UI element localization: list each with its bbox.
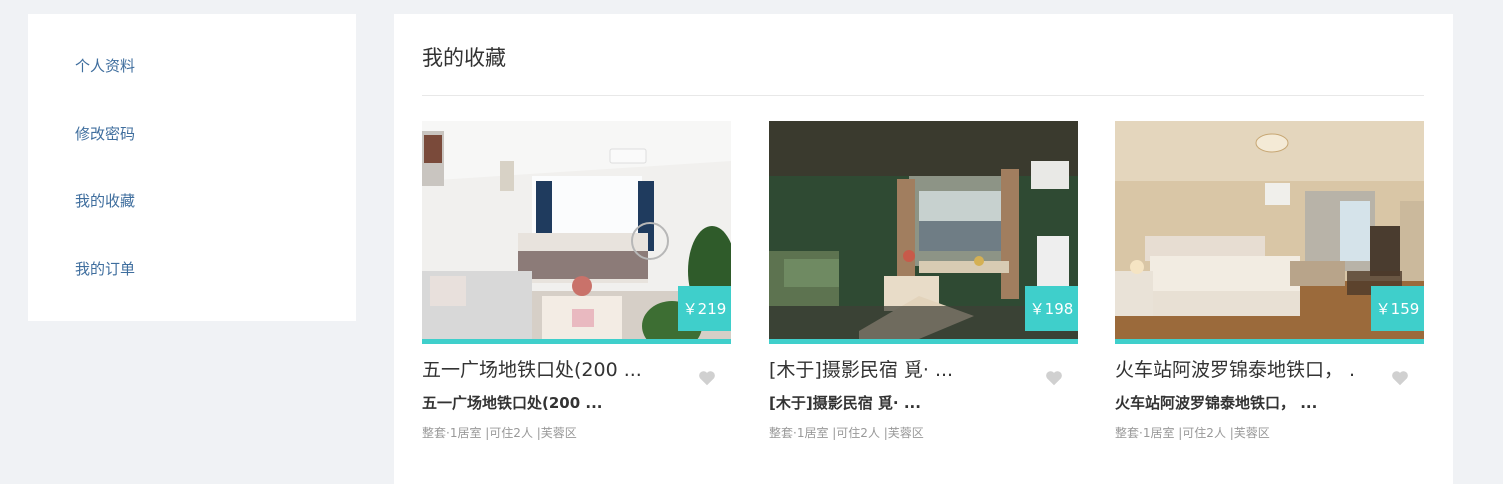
listing-card: ￥198 [木于]摄影民宿 覓· ... [木于]摄影民宿 覓· ... 整套·… xyxy=(769,121,1078,451)
listing-meta: 整套·1居室 |可住2人 |芙蓉区 xyxy=(422,426,577,440)
heart-icon[interactable] xyxy=(1045,370,1063,386)
price-badge: ￥198 xyxy=(1025,286,1078,331)
page-title: 我的收藏 xyxy=(422,46,506,70)
favorites-panel: 我的收藏 ￥219 五一广场地铁口处(200 ... 五一广场地铁口处(200 … xyxy=(394,14,1453,484)
sidebar-item-profile[interactable]: 个人资料 xyxy=(75,55,135,77)
divider xyxy=(422,95,1424,96)
listing-subtitle: 五一广场地铁口处(200 ... xyxy=(422,394,603,412)
listing-title[interactable]: 火车站阿波罗锦泰地铁口， ... xyxy=(1115,357,1355,383)
sidebar: 个人资料 修改密码 我的收藏 我的订单 xyxy=(28,14,356,321)
heart-icon[interactable] xyxy=(1391,370,1409,386)
listing-card: ￥219 五一广场地铁口处(200 ... 五一广场地铁口处(200 ... 整… xyxy=(422,121,731,451)
sidebar-item-favorites[interactable]: 我的收藏 xyxy=(75,190,135,212)
accent-bar xyxy=(1115,339,1424,344)
listing-subtitle: 火车站阿波罗锦泰地铁口， ... xyxy=(1115,394,1318,412)
listing-title[interactable]: 五一广场地铁口处(200 ... xyxy=(422,357,662,383)
sidebar-item-change-password[interactable]: 修改密码 xyxy=(75,123,135,145)
heart-icon[interactable] xyxy=(698,370,716,386)
sidebar-item-orders[interactable]: 我的订单 xyxy=(75,258,135,280)
accent-bar xyxy=(422,339,731,344)
listing-subtitle: [木于]摄影民宿 覓· ... xyxy=(769,394,921,412)
listing-meta: 整套·1居室 |可住2人 |芙蓉区 xyxy=(769,426,924,440)
listing-card: ￥159 火车站阿波罗锦泰地铁口， ... 火车站阿波罗锦泰地铁口， ... 整… xyxy=(1115,121,1424,451)
listing-meta: 整套·1居室 |可住2人 |芙蓉区 xyxy=(1115,426,1270,440)
listing-title[interactable]: [木于]摄影民宿 覓· ... xyxy=(769,357,1009,383)
price-badge: ￥159 xyxy=(1371,286,1424,331)
price-badge: ￥219 xyxy=(678,286,731,331)
accent-bar xyxy=(769,339,1078,344)
